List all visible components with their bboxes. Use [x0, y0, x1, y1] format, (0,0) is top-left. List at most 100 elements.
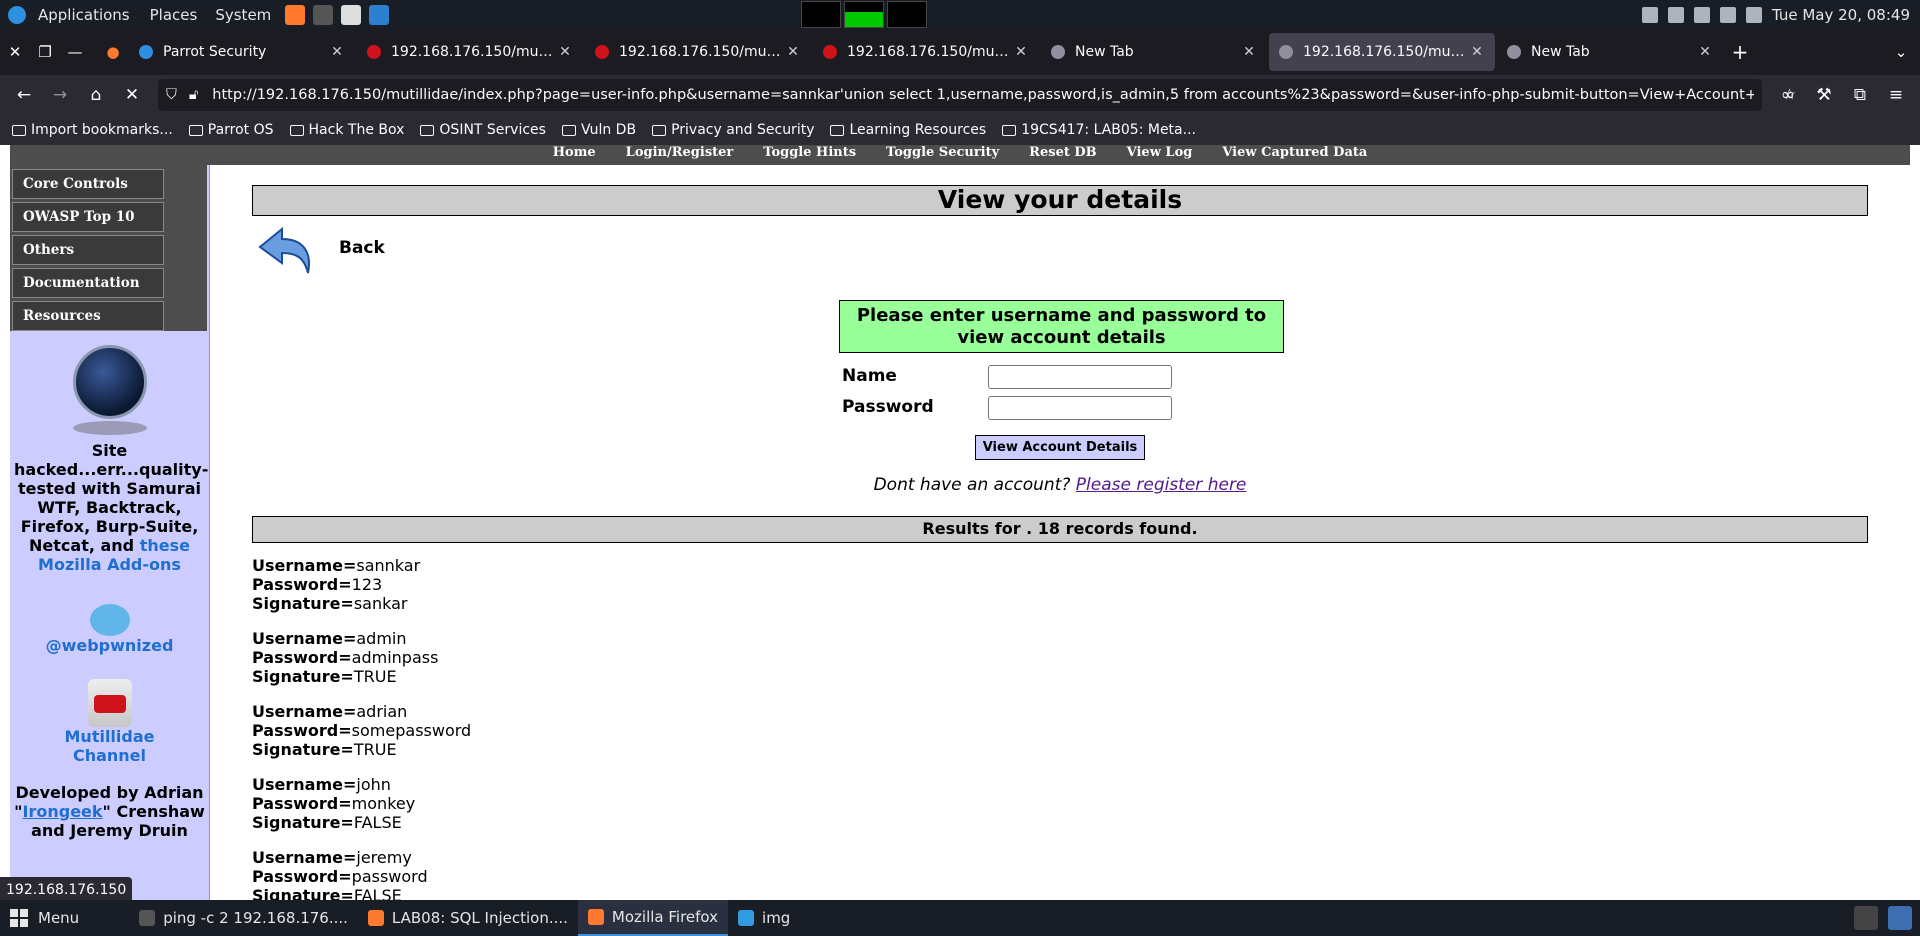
parrot-logo-icon[interactable]: [8, 5, 26, 24]
menu-hamburger-icon[interactable]: ≡: [1878, 79, 1914, 111]
firefox-launcher-icon[interactable]: [285, 4, 306, 25]
bookmark-item[interactable]: Parrot OS: [188, 122, 274, 138]
browser-tab[interactable]: Parrot Security ✕: [129, 33, 355, 71]
taskbar-item[interactable]: img: [728, 900, 800, 936]
extensions-puzzle-icon[interactable]: ⧉: [1842, 79, 1878, 111]
taskbar-tray: [1854, 906, 1912, 930]
name-input[interactable]: [988, 365, 1172, 389]
record-password: Password=monkey: [252, 794, 471, 813]
record-username-label: Username=: [252, 702, 357, 721]
minimize-window-icon[interactable]: —: [60, 32, 90, 72]
bookmark-item[interactable]: Vuln DB: [561, 122, 636, 138]
browser-tab[interactable]: New Tab ✕: [1497, 33, 1723, 71]
record-signature-value: TRUE: [353, 740, 397, 759]
browser-tab[interactable]: 192.168.176.150/mutillidae✕: [813, 33, 1039, 71]
system-menu[interactable]: System: [209, 0, 277, 29]
register-link[interactable]: Please register here: [1076, 475, 1247, 495]
record-entry: Username=sannkar Password=123 Signature=sa…: [252, 556, 471, 613]
url-text[interactable]: http://192.168.176.150/mutillidae/index.…: [212, 87, 1754, 103]
tab-close-icon[interactable]: ✕: [1469, 44, 1485, 60]
password-input[interactable]: [988, 396, 1172, 420]
tab-close-icon[interactable]: ✕: [329, 44, 345, 60]
site-menu-login-register[interactable]: Login/Register: [626, 145, 734, 165]
record-signature: Signature=FALSE: [252, 886, 471, 900]
taskbar-label: Menu: [38, 909, 80, 927]
tab-close-icon[interactable]: ✕: [1241, 44, 1257, 60]
back-arrow-icon[interactable]: ←: [6, 79, 42, 111]
tab-close-icon[interactable]: ✕: [1697, 44, 1713, 60]
youtube-icon[interactable]: [87, 679, 132, 727]
developed-by-text: Developed by Adrian "Irongeek" Crenshaw …: [14, 783, 205, 840]
bookmark-label: OSINT Services: [439, 122, 546, 138]
shield-icon[interactable]: ⛉: [166, 87, 177, 103]
places-menu[interactable]: Places: [144, 0, 204, 29]
tab-close-icon[interactable]: ✕: [785, 44, 801, 60]
bookmark-item[interactable]: Hack The Box: [289, 122, 404, 138]
text-editor-launcher-icon[interactable]: [341, 4, 362, 25]
record-signature-value: FALSE: [353, 813, 402, 832]
tab-close-icon[interactable]: ✕: [1013, 44, 1029, 60]
browser-tab[interactable]: 192.168.176.150/mutillidae✕: [1269, 33, 1495, 71]
workspace-icon[interactable]: [1854, 906, 1878, 930]
results-header: Results for . 18 records found.: [252, 516, 1868, 543]
left-menu-item[interactable]: Others: [12, 235, 164, 265]
extension-icon[interactable]: ∞: [1770, 79, 1806, 111]
tab-close-icon[interactable]: ✕: [557, 44, 573, 60]
taskbar-item[interactable]: LAB08: SQL Injection....: [358, 900, 578, 936]
firefox-tray-icon[interactable]: [1888, 906, 1912, 930]
bookmark-item[interactable]: 19CS417: LAB05: Meta...: [1002, 122, 1196, 138]
irongeek-link[interactable]: Irongeek: [23, 802, 103, 821]
clock[interactable]: Tue May 20, 08:49: [1772, 6, 1910, 24]
list-all-tabs-icon[interactable]: ⌄: [1886, 32, 1916, 72]
url-bar[interactable]: ⛉ 🔓︎ http://192.168.176.150/mutillidae/i…: [158, 79, 1796, 111]
view-account-details-button[interactable]: View Account Details: [975, 435, 1145, 460]
close-window-icon[interactable]: ✕: [0, 32, 30, 72]
site-menu-home[interactable]: Home: [553, 145, 596, 165]
firefox-view-icon[interactable]: ●: [98, 32, 128, 72]
twitter-link[interactable]: @webpwnized: [10, 636, 209, 655]
insecure-lock-icon[interactable]: 🔓︎: [189, 87, 198, 103]
network-icon[interactable]: [1667, 6, 1684, 23]
network-graph: [887, 1, 927, 28]
vscode-launcher-icon[interactable]: [369, 4, 390, 25]
site-menu-toggle-hints[interactable]: Toggle Hints: [763, 145, 856, 165]
twitter-bird-icon[interactable]: [89, 604, 130, 636]
power-icon[interactable]: [1719, 6, 1736, 23]
youtube-channel-link[interactable]: Mutillidae Channel: [55, 727, 165, 765]
folder-icon: [652, 124, 667, 136]
left-menu-item[interactable]: Resources: [12, 301, 164, 331]
bookmark-item[interactable]: Privacy and Security: [652, 122, 814, 138]
back-link[interactable]: Back: [339, 238, 385, 258]
folder-icon: [561, 124, 576, 136]
applications-menu[interactable]: Applications: [32, 0, 136, 29]
display-icon[interactable]: [1693, 6, 1710, 23]
bookmark-item[interactable]: Learning Resources: [830, 122, 986, 138]
back-arrow-icon[interactable]: [256, 223, 316, 279]
new-tab-button[interactable]: +: [1724, 40, 1756, 64]
terminal-launcher-icon[interactable]: [313, 4, 334, 25]
wrench-icon[interactable]: ⚒: [1806, 79, 1842, 111]
bookmark-item[interactable]: Import bookmarks...: [12, 122, 173, 138]
taskbar-item[interactable]: Mozilla Firefox: [577, 900, 729, 936]
site-menu-view-log[interactable]: View Log: [1127, 145, 1193, 165]
site-menu-view-captured-data[interactable]: View Captured Data: [1222, 145, 1367, 165]
tab-title: New Tab: [1075, 44, 1134, 60]
forward-arrow-icon[interactable]: →: [42, 79, 78, 111]
stop-loading-icon[interactable]: ✕: [114, 79, 150, 111]
left-menu-item[interactable]: Documentation: [12, 268, 164, 298]
browser-tab[interactable]: 192.168.176.150/mutillidae✕: [357, 33, 583, 71]
left-menu-item[interactable]: OWASP Top 10: [12, 202, 164, 232]
bookmark-item[interactable]: OSINT Services: [420, 122, 546, 138]
site-menu-reset-db[interactable]: Reset DB: [1029, 145, 1096, 165]
taskbar-item[interactable]: Menu: [0, 900, 89, 936]
site-menu-toggle-security[interactable]: Toggle Security: [886, 145, 999, 165]
restore-window-icon[interactable]: ❐: [30, 32, 60, 72]
browser-tab[interactable]: 192.168.176.150/mutillidae✕: [585, 33, 811, 71]
record-signature: Signature=FALSE: [252, 813, 471, 832]
battery-icon[interactable]: [1745, 6, 1762, 23]
left-menu-item[interactable]: Core Controls: [12, 169, 164, 199]
taskbar-item[interactable]: ping -c 2 192.168.176....: [129, 900, 358, 936]
home-icon[interactable]: ⌂: [78, 79, 114, 111]
volume-icon[interactable]: [1641, 6, 1658, 23]
browser-tab[interactable]: New Tab ✕: [1041, 33, 1267, 71]
